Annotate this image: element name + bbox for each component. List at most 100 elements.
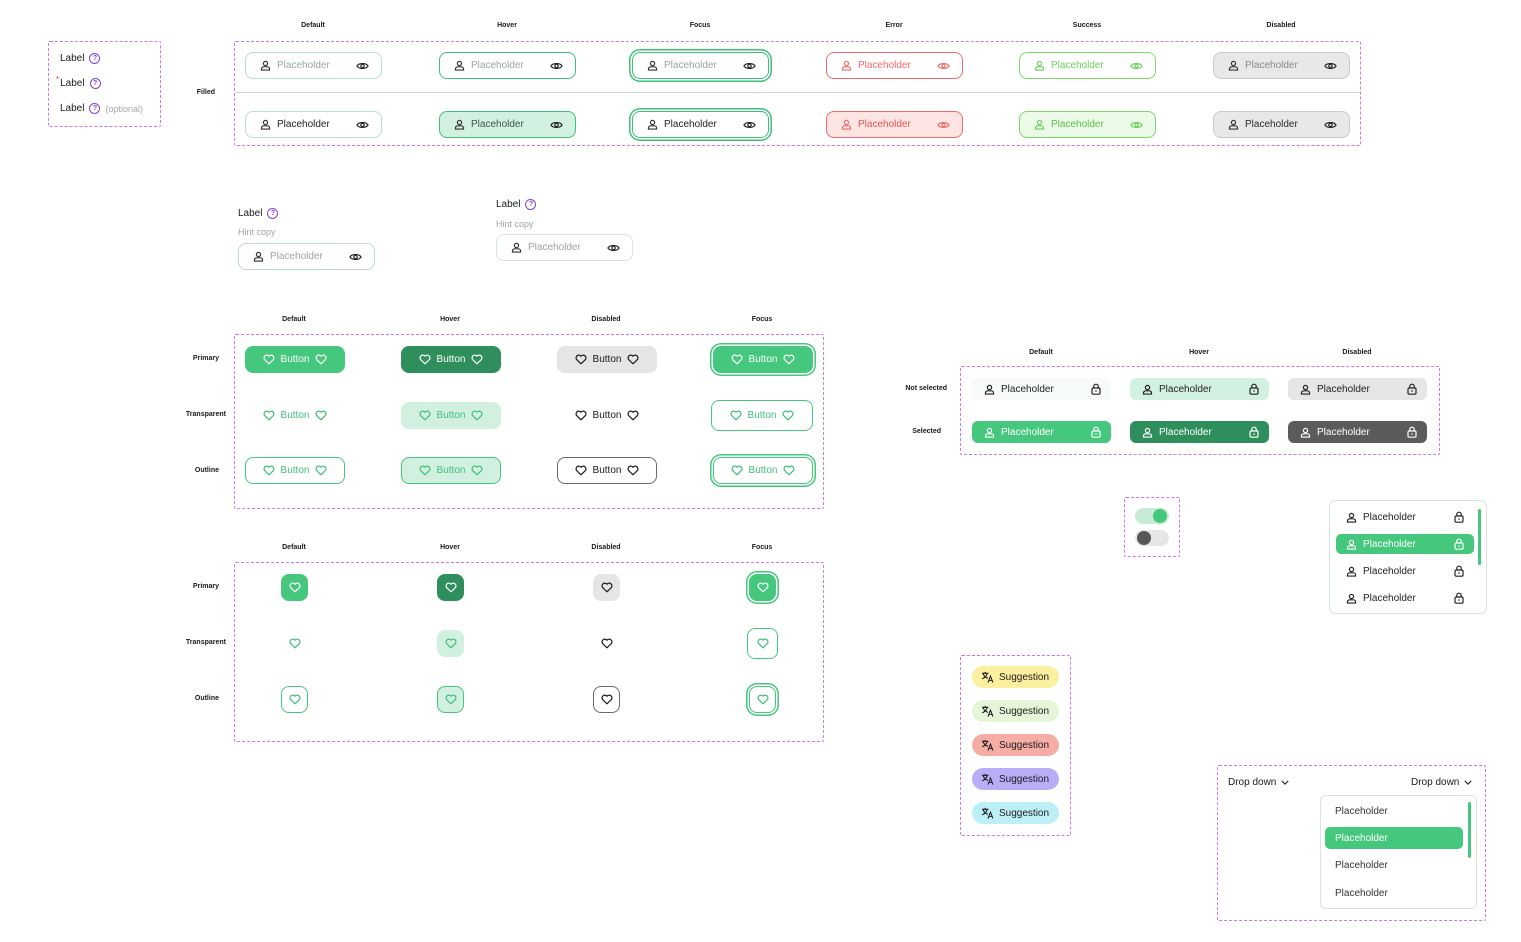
- user-icon: [454, 60, 465, 71]
- user-icon: [1346, 593, 1357, 604]
- help-icon[interactable]: ?: [89, 103, 101, 114]
- eye-icon[interactable]: [937, 120, 950, 130]
- text-input-filled-default[interactable]: Placeholder: [245, 111, 382, 138]
- text-input-filled-error[interactable]: Placeholder: [826, 111, 963, 138]
- eye-icon[interactable]: [743, 61, 756, 71]
- list-item-label: Placeholder: [1363, 565, 1416, 577]
- heart-icon: [782, 410, 794, 421]
- sel-row-selected: Selected: [912, 428, 941, 435]
- icon-button-primary-default[interactable]: [281, 574, 308, 601]
- dropdown-label: Drop down: [1228, 777, 1277, 788]
- text-input-filled-success[interactable]: Placeholder: [1019, 111, 1156, 138]
- button-primary-default[interactable]: Button: [245, 346, 345, 373]
- help-icon[interactable]: ?: [89, 53, 101, 64]
- lock-icon: [1454, 565, 1464, 577]
- labeled-input[interactable]: Placeholder: [238, 243, 375, 270]
- list-item[interactable]: Placeholder: [1336, 588, 1474, 608]
- dropdown-option[interactable]: Placeholder: [1325, 800, 1463, 822]
- dropdown-scrollbar[interactable]: [1468, 802, 1471, 858]
- col-header-focus: Focus: [689, 22, 711, 29]
- toggle-switch-on[interactable]: [1135, 508, 1169, 524]
- eye-icon[interactable]: [743, 120, 756, 130]
- btn-col-disabled: Disabled: [591, 316, 621, 323]
- eye-icon[interactable]: [550, 61, 563, 71]
- iconbtn-col-hover: Hover: [440, 544, 460, 551]
- icon-button-outline-disabled: [593, 686, 620, 713]
- eye-icon[interactable]: [607, 243, 620, 253]
- icon-button-transparent-default[interactable]: [281, 630, 308, 657]
- icon-button-primary-hover[interactable]: [437, 574, 464, 601]
- eye-icon[interactable]: [1130, 120, 1143, 130]
- list-scrollbar[interactable]: [1478, 509, 1481, 565]
- dropdown-trigger-open[interactable]: Drop down: [1411, 777, 1472, 788]
- toggle-switch-off[interactable]: [1135, 530, 1169, 546]
- input-placeholder: Placeholder: [858, 60, 911, 71]
- suggestion-chip-purple[interactable]: Suggestion: [972, 768, 1059, 790]
- dropdown-trigger-closed[interactable]: Drop down: [1228, 777, 1289, 788]
- suggestion-chip-cyan[interactable]: Suggestion: [972, 802, 1059, 824]
- icon-button-primary-focus[interactable]: [749, 574, 776, 601]
- dropdown-option-active[interactable]: Placeholder: [1325, 827, 1463, 849]
- icon-button-outline-default[interactable]: [281, 686, 308, 713]
- button-primary-focus[interactable]: Button: [713, 346, 813, 373]
- icon-button-transparent-hover[interactable]: [437, 630, 464, 657]
- eye-icon[interactable]: [937, 61, 950, 71]
- icon-button-transparent-focus[interactable]: [747, 628, 778, 659]
- eye-icon[interactable]: [356, 61, 369, 71]
- text-input-focus[interactable]: Placeholder: [632, 52, 769, 79]
- label-required: * Label ?: [56, 75, 101, 89]
- help-icon[interactable]: ?: [267, 208, 279, 219]
- suggestion-chip-yellow[interactable]: Suggestion: [972, 666, 1059, 688]
- button-outline-focus[interactable]: Button: [713, 457, 813, 484]
- help-icon[interactable]: ?: [525, 199, 537, 210]
- hint-text: Hint copy: [238, 227, 276, 237]
- eye-icon: [1324, 120, 1337, 130]
- button-primary-hover[interactable]: Button: [401, 346, 501, 373]
- select-item-default[interactable]: Placeholder: [972, 378, 1111, 400]
- optional-tag: (optional): [105, 103, 143, 114]
- dropdown-option[interactable]: Placeholder: [1325, 882, 1463, 904]
- heart-icon: [471, 465, 483, 476]
- help-icon[interactable]: ?: [89, 78, 101, 89]
- text-input-hover[interactable]: Placeholder: [439, 52, 576, 79]
- button-transparent-hover[interactable]: Button: [401, 402, 501, 429]
- button-outline-hover[interactable]: Button: [401, 457, 501, 484]
- text-input-default[interactable]: Placeholder: [245, 52, 382, 79]
- button-transparent-focus[interactable]: Button: [711, 400, 813, 431]
- select-item-selected-hover[interactable]: Placeholder: [1130, 421, 1269, 443]
- list-item[interactable]: Placeholder: [1336, 561, 1474, 581]
- iconbtn-row-outline: Outline: [194, 695, 219, 702]
- button-outline-default[interactable]: Button: [245, 457, 345, 484]
- button-label: Button: [592, 354, 622, 365]
- heart-icon: [471, 410, 483, 421]
- col-header-success: Success: [1072, 22, 1102, 29]
- button-transparent-default[interactable]: Button: [245, 402, 345, 429]
- eye-icon[interactable]: [1130, 61, 1143, 71]
- col-header-default: Default: [301, 22, 325, 29]
- text-input-filled-focus[interactable]: Placeholder: [632, 111, 769, 138]
- select-item-selected-disabled: Placeholder: [1288, 421, 1427, 443]
- text-input-filled-hover[interactable]: Placeholder: [439, 111, 576, 138]
- eye-icon[interactable]: [349, 252, 362, 262]
- user-icon: [1346, 539, 1357, 550]
- list-item-active[interactable]: Placeholder: [1336, 534, 1474, 554]
- sel-col-hover: Hover: [1189, 349, 1209, 356]
- select-item-selected-default[interactable]: Placeholder: [972, 421, 1111, 443]
- text-input-error[interactable]: Placeholder: [826, 52, 963, 79]
- icon-button-outline-focus[interactable]: [749, 686, 776, 713]
- dropdown-option[interactable]: Placeholder: [1325, 854, 1463, 876]
- eye-icon[interactable]: [550, 120, 563, 130]
- chip-label: Suggestion: [999, 739, 1050, 751]
- eye-icon[interactable]: [356, 120, 369, 130]
- user-icon: [1300, 384, 1311, 395]
- suggestion-chip-red[interactable]: Suggestion: [972, 734, 1059, 756]
- labeled-input[interactable]: Placeholder: [496, 234, 633, 261]
- text-input-success[interactable]: Placeholder: [1019, 52, 1156, 79]
- select-item-hover[interactable]: Placeholder: [1130, 378, 1269, 400]
- suggestion-chip-green[interactable]: Suggestion: [972, 700, 1059, 722]
- list-item[interactable]: Placeholder: [1336, 507, 1474, 527]
- iconbtn-col-focus: Focus: [751, 544, 773, 551]
- icon-button-outline-hover[interactable]: [437, 686, 464, 713]
- iconbtn-col-disabled: Disabled: [591, 544, 621, 551]
- heart-icon: [601, 582, 613, 593]
